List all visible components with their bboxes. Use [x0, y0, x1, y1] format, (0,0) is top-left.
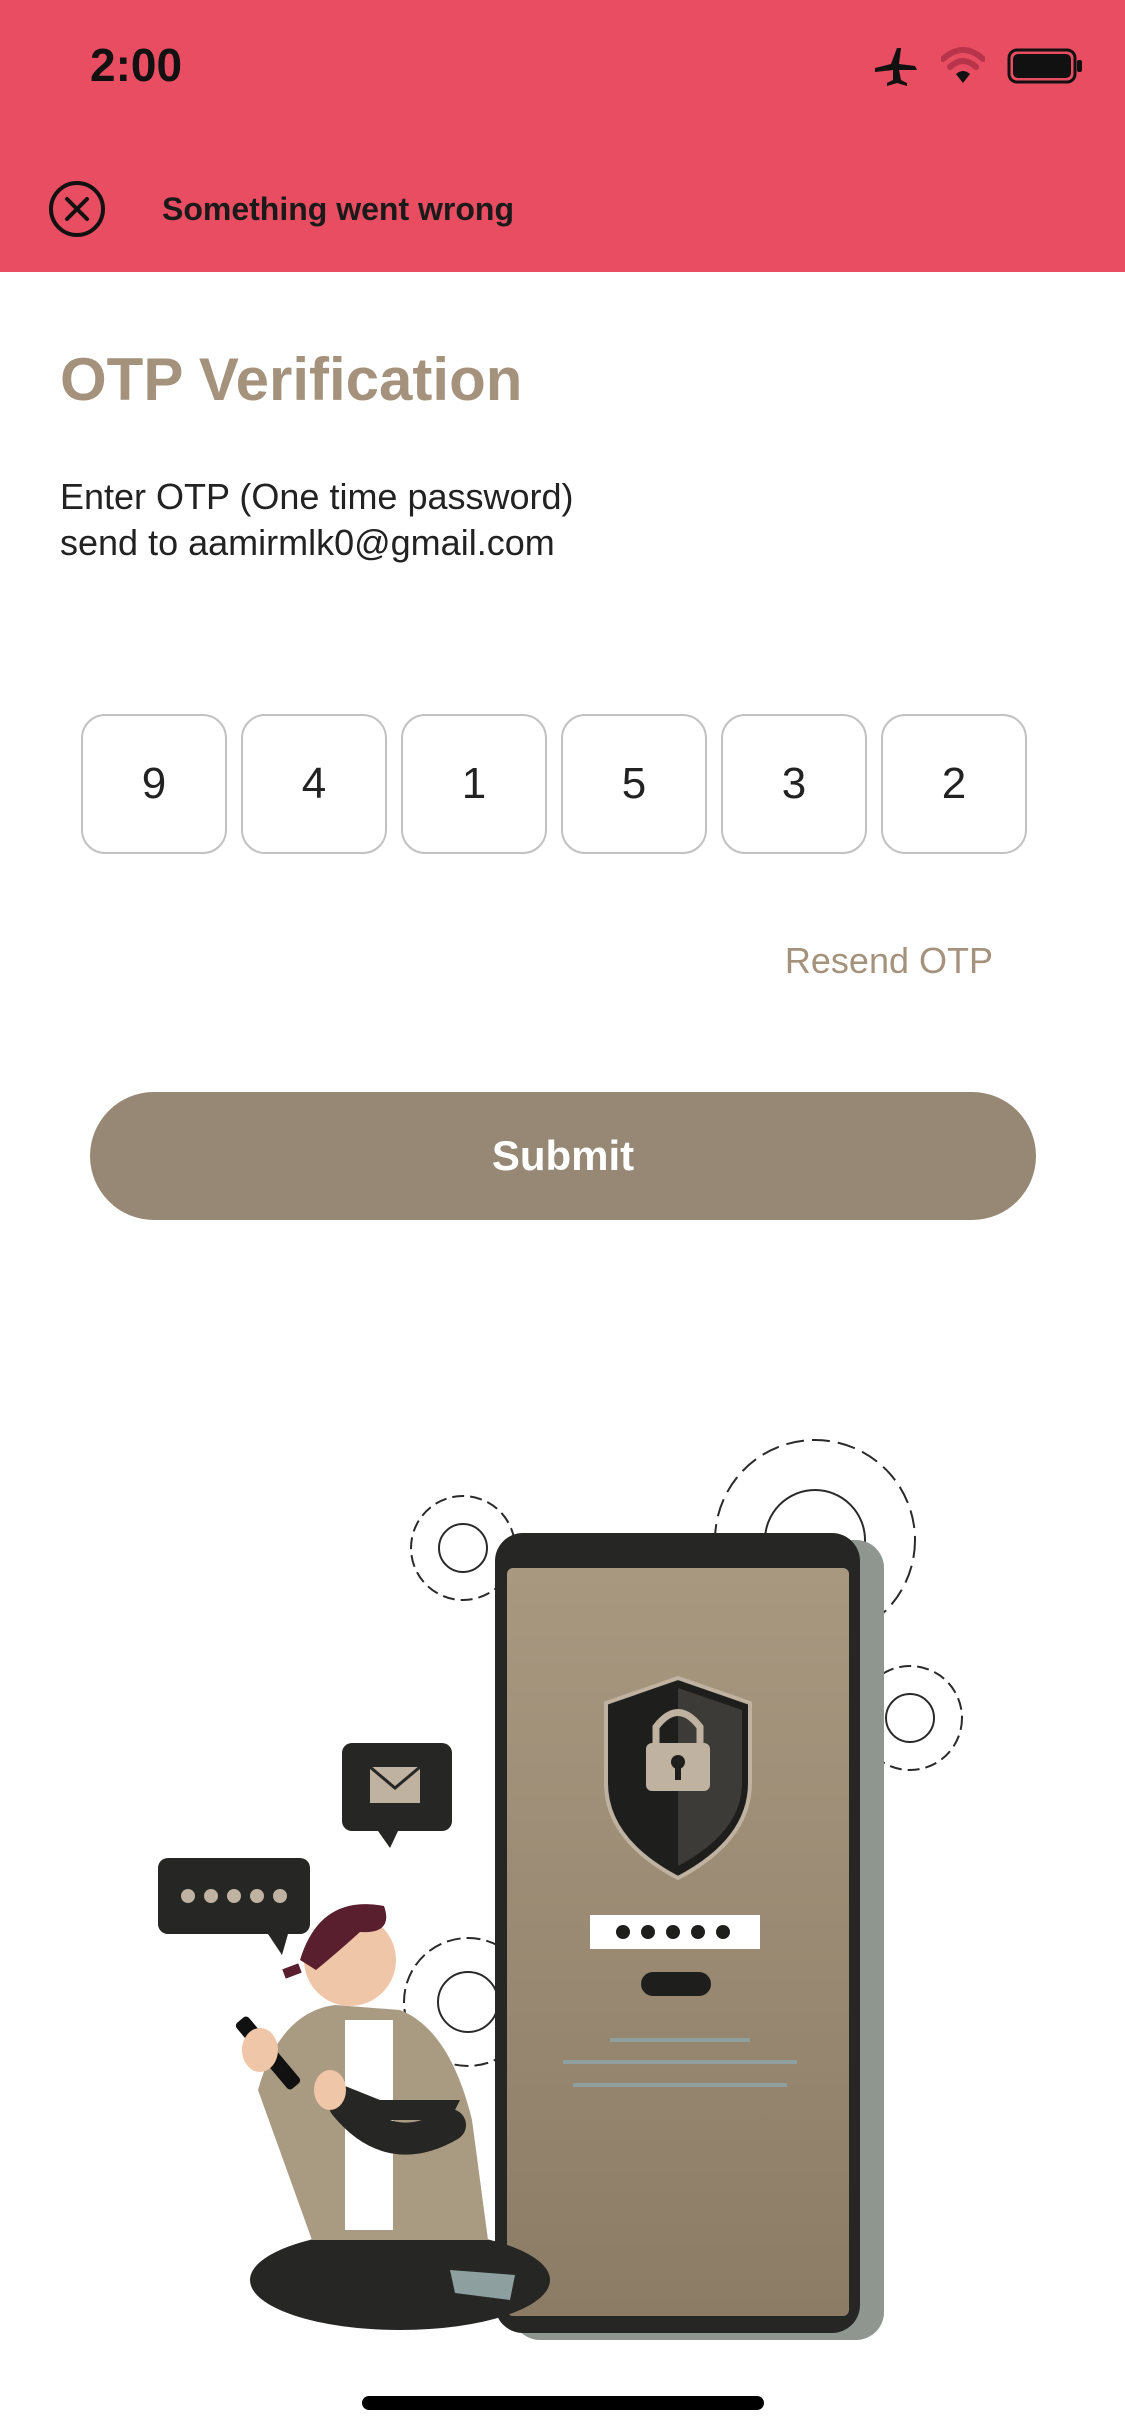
status-icons [873, 46, 1083, 86]
home-indicator[interactable] [362, 2396, 764, 2410]
instructions-line-1: Enter OTP (One time password) [60, 476, 574, 517]
status-time: 2:00 [90, 39, 183, 91]
otp-instructions: Enter OTP (One time password) send to aa… [60, 474, 960, 566]
resend-otp-link[interactable]: Resend OTP [785, 940, 993, 982]
otp-digit-5[interactable]: 3 [721, 714, 867, 854]
otp-digit-3[interactable]: 1 [401, 714, 547, 854]
close-circle-icon[interactable] [48, 180, 106, 238]
otp-input-group: 9 4 1 5 3 2 [81, 714, 1027, 854]
error-banner: 2:00 Something went wrong [0, 0, 1125, 272]
otp-digit-4[interactable]: 5 [561, 714, 707, 854]
password-bubble-icon [158, 1858, 310, 1955]
otp-digit-2[interactable]: 4 [241, 714, 387, 854]
page-title: OTP Verification [60, 346, 523, 413]
otp-digit-6[interactable]: 2 [881, 714, 1027, 854]
otp-digit-1[interactable]: 9 [81, 714, 227, 854]
instructions-line-2: send to aamirmlk0@gmail.com [60, 522, 555, 563]
battery-icon [1007, 48, 1082, 84]
error-message: Something went wrong [162, 190, 514, 227]
error-row: Something went wrong [48, 180, 514, 238]
submit-button[interactable]: Submit [90, 1092, 1036, 1220]
mail-bubble-icon [342, 1743, 452, 1848]
phone-illustration [495, 1533, 884, 2340]
airplane-icon [875, 48, 917, 86]
security-illustration [158, 1439, 963, 2340]
wifi-icon [941, 47, 985, 83]
